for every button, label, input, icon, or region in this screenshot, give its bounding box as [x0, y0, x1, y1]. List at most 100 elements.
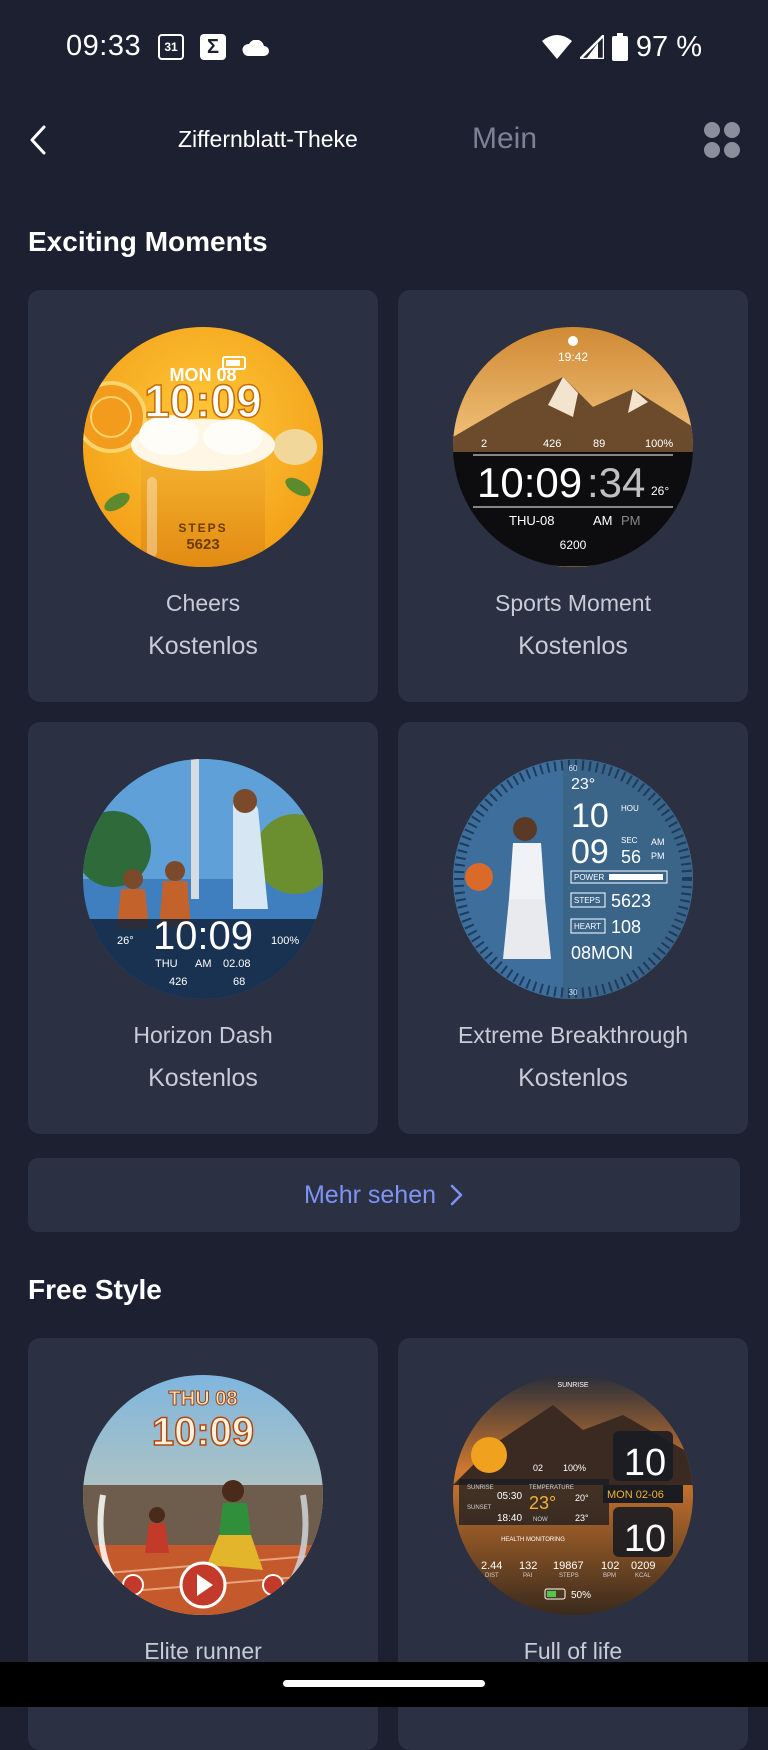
- face-kcal-label: KCAL: [635, 1573, 651, 1579]
- watchface-price: Kostenlos: [148, 1064, 258, 1092]
- face-heart: 108: [611, 917, 641, 937]
- face-hour: 10: [571, 797, 609, 835]
- face-low: 23°: [575, 1513, 589, 1523]
- categories-grid-icon[interactable]: [704, 122, 740, 158]
- face-steps-label: STEPS: [559, 1573, 579, 1579]
- face-steps-label: STEPS: [574, 896, 600, 905]
- face-health: HEALTH MONITORING: [501, 1537, 565, 1543]
- face-minute: 09: [571, 833, 609, 871]
- face-sunrise-top: SUNRISE: [557, 1382, 588, 1389]
- back-arrow-icon[interactable]: [26, 124, 50, 156]
- calendar-icon: 31: [158, 34, 184, 60]
- watchface-name: Extreme Breakthrough: [457, 1022, 689, 1048]
- face-sunrise: 05:30: [497, 1491, 522, 1502]
- watchface-name: Full of life: [523, 1638, 623, 1664]
- face-steps: 6200: [560, 538, 587, 552]
- face-temp-label: TEMPERATURE: [529, 1485, 574, 1491]
- tab-mine[interactable]: Mein: [472, 122, 537, 156]
- face-steps: 19867: [553, 1560, 584, 1572]
- status-bar: 09:33 31 Σ 97 %: [0, 0, 768, 96]
- see-more-label: Mehr sehen: [303, 1180, 437, 1209]
- watchface-preview-sports-moment: 19:42 2 426 89 100% 10:09 :34 26° THU-08…: [453, 327, 693, 567]
- face-kcal: 0209: [631, 1560, 655, 1572]
- face-battery: 50%: [571, 1590, 591, 1601]
- watchface-price: Kostenlos: [518, 632, 628, 660]
- status-right: 97 %: [541, 30, 702, 64]
- watchface-preview-extreme-breakthrough: 60 30 23° 10 HOU 09 SEC 56 AM PM POWER S…: [453, 759, 693, 999]
- battery-percent: 97 %: [635, 30, 702, 63]
- watchface-preview-horizon-dash: 26° 10:09 100% THU AM 02.08 426 68: [83, 759, 323, 999]
- face-pm: PM: [621, 513, 641, 528]
- face-stat2: 100%: [563, 1463, 586, 1473]
- face-stat3: 89: [593, 438, 605, 450]
- watchface-card-horizon-dash[interactable]: 26° 10:09 100% THU AM 02.08 426 68 Horiz…: [28, 722, 378, 1134]
- signal-icon: [579, 35, 604, 59]
- watchface-preview-full-of-life: SUNRISE 10 02 100% SUNRISE 05:30 SUNSET …: [453, 1375, 693, 1615]
- face-temp: 26°: [651, 484, 669, 498]
- face-steps: 5623: [186, 536, 219, 553]
- face-sunset: 18:40: [497, 1513, 522, 1524]
- face-battery: 100%: [271, 935, 299, 947]
- face-hour: 10: [624, 1442, 666, 1484]
- face-time: 10:09: [152, 1410, 254, 1454]
- system-navigation-bar: [0, 1662, 768, 1707]
- face-sunset-label: SUNSET: [467, 1505, 492, 1511]
- watchface-name: Sports Moment: [495, 590, 651, 616]
- face-seconds: :34: [587, 459, 645, 506]
- face-heart-label: HEART: [574, 922, 601, 931]
- section-title-free-style: Free Style: [28, 1274, 162, 1305]
- face-bpm: 102: [601, 1560, 619, 1572]
- face-temp: 23°: [571, 776, 595, 793]
- face-dist: 2.44: [481, 1560, 502, 1572]
- sigma-icon: Σ: [200, 34, 226, 60]
- wifi-icon: [541, 35, 572, 59]
- face-pai: 132: [519, 1560, 537, 1572]
- home-gesture-handle[interactable]: [283, 1680, 485, 1687]
- see-more-button[interactable]: Mehr sehen: [28, 1158, 740, 1232]
- watchface-card-sports-moment[interactable]: 19:42 2 426 89 100% 10:09 :34 26° THU-08…: [398, 290, 748, 702]
- face-stat1: 2: [481, 438, 487, 450]
- face-stat1: 426: [169, 976, 187, 988]
- face-time: 10:09: [144, 375, 262, 427]
- face-stat4: 100%: [645, 438, 673, 450]
- face-temp: 23°: [529, 1493, 556, 1513]
- face-day: THU: [155, 958, 178, 970]
- face-ring-top: 60: [569, 764, 578, 773]
- face-bpm-label: BPM: [603, 1573, 616, 1579]
- face-power-label: POWER: [574, 873, 604, 882]
- watchface-preview-cheers: MON 08 10:09 STEPS 5623: [83, 327, 323, 567]
- face-stat2: 426: [543, 438, 561, 450]
- face-am: AM: [651, 837, 665, 847]
- face-time: 10:09: [153, 914, 253, 958]
- watchface-card-extreme-breakthrough[interactable]: 60 30 23° 10 HOU 09 SEC 56 AM PM POWER S…: [398, 722, 748, 1134]
- tab-watchface-store[interactable]: Ziffernblatt-Theke: [178, 126, 358, 153]
- face-day: THU 08: [169, 1388, 238, 1410]
- watchface-preview-elite-runner: THU 08 10:09: [83, 1375, 323, 1615]
- face-sunrise-label: SUNRISE: [467, 1485, 494, 1491]
- face-temp: 26°: [117, 935, 134, 947]
- face-hou-label: HOU: [621, 804, 639, 813]
- face-dist-label: DIST: [485, 1573, 499, 1579]
- face-top-time: 19:42: [558, 350, 588, 364]
- watchface-name: Elite runner: [144, 1638, 262, 1664]
- face-sec-label: SEC: [621, 836, 638, 845]
- top-nav: Ziffernblatt-Theke Mein: [0, 110, 768, 170]
- face-pai-label: PAI: [523, 1573, 533, 1579]
- face-date: 02.08: [223, 958, 251, 970]
- face-am: AM: [593, 513, 613, 528]
- watchface-card-cheers[interactable]: MON 08 10:09 STEPS 5623 Cheers Kostenlos: [28, 290, 378, 702]
- face-minute: 10: [624, 1518, 666, 1560]
- battery-icon: [611, 33, 628, 61]
- section-title-exciting-moments: Exciting Moments: [28, 226, 268, 257]
- face-seconds: 56: [621, 847, 641, 867]
- status-time: 09:33: [66, 30, 142, 62]
- face-stat1: 02: [533, 1463, 543, 1473]
- watchface-price: Kostenlos: [518, 1064, 628, 1092]
- face-steps: 5623: [611, 891, 651, 911]
- face-now: NOW: [533, 1517, 548, 1523]
- face-high: 20°: [575, 1493, 589, 1503]
- face-time: 10:09: [477, 459, 582, 506]
- watchface-name: Cheers: [165, 590, 241, 616]
- chevron-right-icon: [450, 1184, 463, 1206]
- face-stat2: 68: [233, 976, 245, 988]
